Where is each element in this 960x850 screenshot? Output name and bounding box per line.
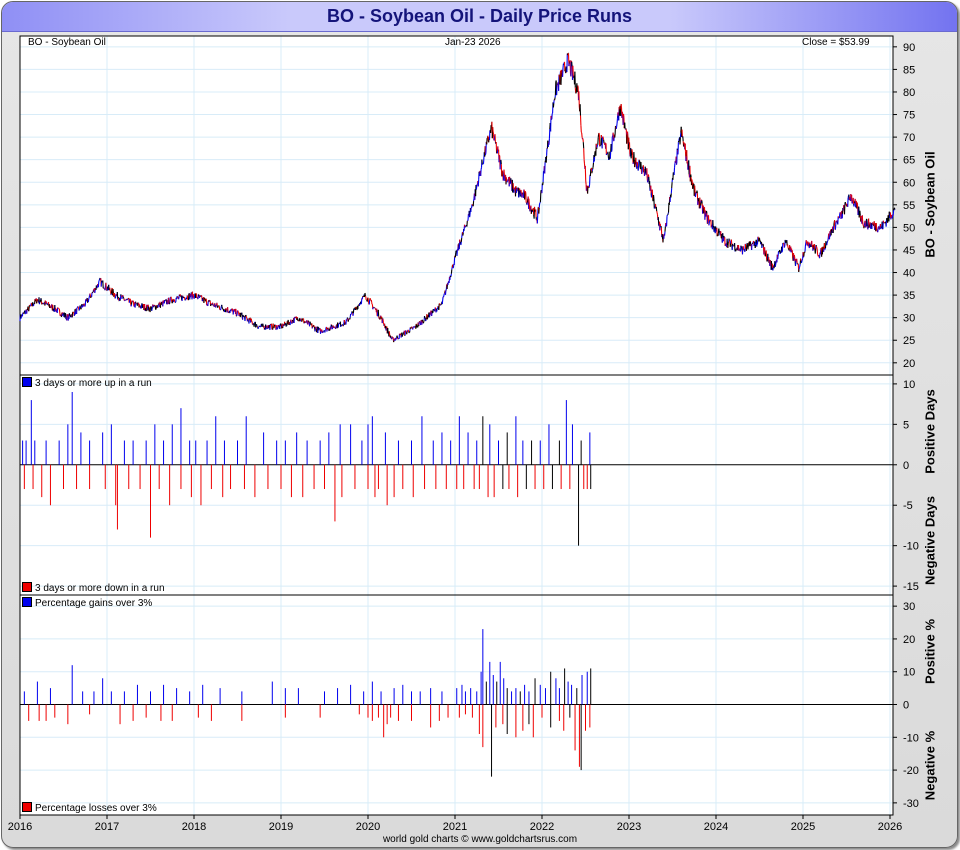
x-tick-label: 2017 bbox=[95, 821, 119, 833]
x-tick-label: 2025 bbox=[791, 821, 815, 833]
y-tick-label: 60 bbox=[903, 177, 915, 189]
legend-swatch-red bbox=[22, 582, 32, 592]
legend-swatch-blue bbox=[22, 377, 32, 387]
y-tick-label: 75 bbox=[903, 110, 915, 122]
y-tick-label: 45 bbox=[903, 245, 915, 257]
x-tick-label: 2016 bbox=[8, 821, 32, 833]
y-tick-label: 10 bbox=[903, 379, 915, 391]
price-segment bbox=[554, 97, 556, 101]
axis-title-price: BO - Soybean Oil bbox=[922, 151, 938, 258]
y-tick-label: 10 bbox=[903, 667, 915, 679]
y-tick-label: 0 bbox=[903, 460, 909, 472]
x-tick-label: 2019 bbox=[269, 821, 293, 833]
y-tick-label: -10 bbox=[903, 732, 919, 744]
y-tick-label: 20 bbox=[903, 358, 915, 370]
x-tick-label: 2020 bbox=[356, 821, 380, 833]
legend-up-runs-label: 3 days or more up in a run bbox=[35, 378, 152, 389]
y-tick-label: 80 bbox=[903, 87, 915, 99]
y-tick-label: -15 bbox=[903, 581, 919, 593]
y-tick-label: -30 bbox=[903, 798, 919, 810]
y-tick-label: -10 bbox=[903, 541, 919, 553]
y-tick-label: 70 bbox=[903, 132, 915, 144]
y-tick-label: 20 bbox=[903, 634, 915, 646]
legend-swatch-red bbox=[22, 802, 32, 812]
y-tick-label: 5 bbox=[903, 419, 909, 431]
y-tick-label: 50 bbox=[903, 222, 915, 234]
axis-title-positive-days: Positive Days bbox=[922, 389, 938, 474]
legend-losses: Percentage losses over 3% bbox=[22, 802, 157, 814]
y-tick-label: 40 bbox=[903, 268, 915, 280]
header-date: Jan-23 2026 bbox=[445, 37, 501, 48]
legend-up-runs: 3 days or more up in a run bbox=[22, 377, 152, 389]
x-tick-label: 2022 bbox=[530, 821, 554, 833]
y-tick-label: 30 bbox=[903, 313, 915, 325]
legend-gains: Percentage gains over 3% bbox=[22, 597, 152, 609]
legend-down-runs: 3 days or more down in a run bbox=[22, 582, 165, 594]
plot-area bbox=[20, 36, 893, 375]
axis-title-negative-days: Negative Days bbox=[922, 496, 938, 585]
y-tick-label: -20 bbox=[903, 765, 919, 777]
legend-down-runs-label: 3 days or more down in a run bbox=[35, 583, 165, 594]
footer-credit: world gold charts © www.goldchartsrus.co… bbox=[382, 834, 578, 845]
legend-losses-label: Percentage losses over 3% bbox=[35, 803, 157, 814]
x-tick-label: 2026 bbox=[878, 821, 902, 833]
header-symbol: BO - Soybean Oil bbox=[28, 37, 106, 48]
y-tick-label: 0 bbox=[903, 700, 909, 712]
legend-gains-label: Percentage gains over 3% bbox=[35, 598, 153, 609]
x-tick-label: 2018 bbox=[182, 821, 206, 833]
y-tick-label: -5 bbox=[903, 500, 913, 512]
x-tick-label: 2021 bbox=[443, 821, 467, 833]
header-close: Close = $53.99 bbox=[802, 37, 870, 48]
y-tick-label: 35 bbox=[903, 290, 915, 302]
legend-swatch-blue bbox=[22, 597, 32, 607]
price-segment bbox=[484, 152, 487, 156]
axis-title-negative-pct: Negative % bbox=[922, 730, 938, 801]
y-tick-label: 65 bbox=[903, 155, 915, 167]
chart-canvas: 2025303540455055606570758085901050-5-10-… bbox=[8, 35, 919, 833]
y-tick-label: 85 bbox=[903, 64, 915, 76]
y-tick-label: 25 bbox=[903, 335, 915, 347]
y-tick-label: 90 bbox=[903, 42, 915, 54]
x-tick-label: 2023 bbox=[617, 821, 641, 833]
y-tick-label: 30 bbox=[903, 601, 915, 613]
axis-title-positive-pct: Positive % bbox=[922, 618, 938, 685]
y-tick-label: 55 bbox=[903, 200, 915, 212]
x-tick-label: 2024 bbox=[704, 821, 728, 833]
